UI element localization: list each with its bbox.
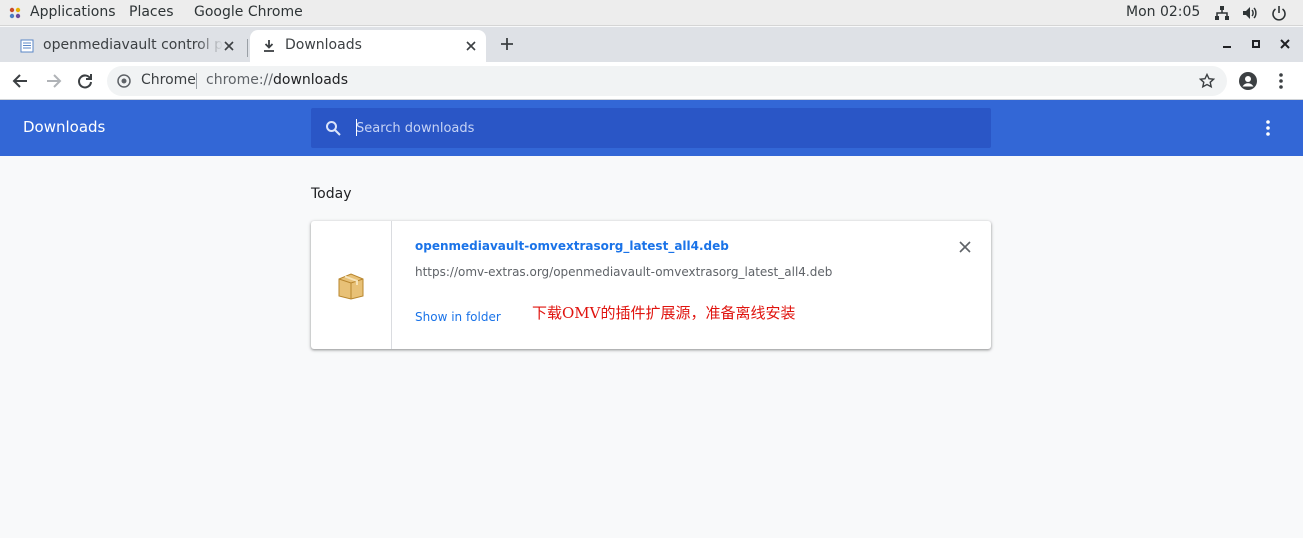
omnibox-divider	[196, 73, 197, 89]
places-menu[interactable]: Places	[129, 4, 174, 20]
file-source-url[interactable]: https://omv-extras.org/openmediavault-om…	[415, 265, 832, 279]
close-icon[interactable]	[222, 39, 236, 53]
search-input[interactable]	[356, 118, 966, 138]
browser-toolbar: Chrome chrome://downloads	[0, 62, 1303, 100]
url-scheme: chrome://	[206, 72, 273, 88]
new-tab-icon[interactable]	[499, 36, 515, 52]
tab-downloads[interactable]: Downloads	[250, 30, 486, 62]
file-icon-column	[311, 221, 392, 349]
download-item: openmediavault-omvextrasorg_latest_all4.…	[311, 221, 991, 349]
tab-strip: openmediavault control panel Downloads	[0, 27, 1303, 62]
app-menu[interactable]: Google Chrome	[194, 4, 303, 20]
profile-icon[interactable]	[1238, 71, 1258, 91]
chrome-menu-icon[interactable]	[1271, 71, 1291, 91]
clock[interactable]: Mon 02:05	[1126, 4, 1200, 20]
chrome-icon	[117, 74, 131, 88]
search-box[interactable]	[311, 108, 991, 148]
gnome-top-bar: Applications Places Google Chrome Mon 02…	[0, 0, 1303, 26]
reload-icon[interactable]	[75, 71, 95, 91]
maximize-icon[interactable]	[1250, 38, 1262, 50]
tab-title: openmediavault control panel	[43, 37, 223, 53]
page-icon	[20, 39, 34, 53]
url-text[interactable]: chrome://downloads	[206, 72, 348, 88]
gnome-foot-icon	[9, 7, 21, 19]
more-options-icon[interactable]	[1259, 118, 1277, 138]
network-icon[interactable]	[1214, 5, 1230, 21]
applications-menu[interactable]: Applications	[30, 4, 116, 20]
package-icon	[338, 273, 364, 300]
tab-title: Downloads	[285, 37, 362, 53]
annotation-text: 下载OMV的插件扩展源，准备离线安装	[532, 304, 796, 322]
address-bar[interactable]: Chrome chrome://downloads	[107, 66, 1227, 96]
bookmark-star-icon[interactable]	[1199, 73, 1215, 89]
search-icon	[326, 121, 341, 136]
show-in-folder-link[interactable]: Show in folder	[415, 310, 501, 324]
download-icon	[264, 40, 274, 52]
tab-separator	[247, 39, 248, 57]
tab-openmediavault[interactable]: openmediavault control panel	[8, 30, 244, 62]
section-date: Today	[311, 186, 352, 202]
site-chip: Chrome	[141, 72, 196, 88]
remove-icon[interactable]	[958, 240, 972, 254]
close-icon[interactable]	[464, 39, 478, 53]
volume-icon[interactable]	[1242, 5, 1258, 21]
file-name-link[interactable]: openmediavault-omvextrasorg_latest_all4.…	[415, 239, 729, 253]
forward-icon[interactable]	[43, 71, 63, 91]
text-caret	[356, 119, 357, 136]
close-window-icon[interactable]	[1279, 38, 1291, 50]
downloads-header: Downloads	[0, 100, 1303, 156]
power-icon[interactable]	[1271, 5, 1287, 21]
url-path: downloads	[273, 72, 348, 88]
back-icon[interactable]	[11, 71, 31, 91]
minimize-icon[interactable]	[1221, 38, 1233, 50]
page-title: Downloads	[23, 118, 106, 136]
